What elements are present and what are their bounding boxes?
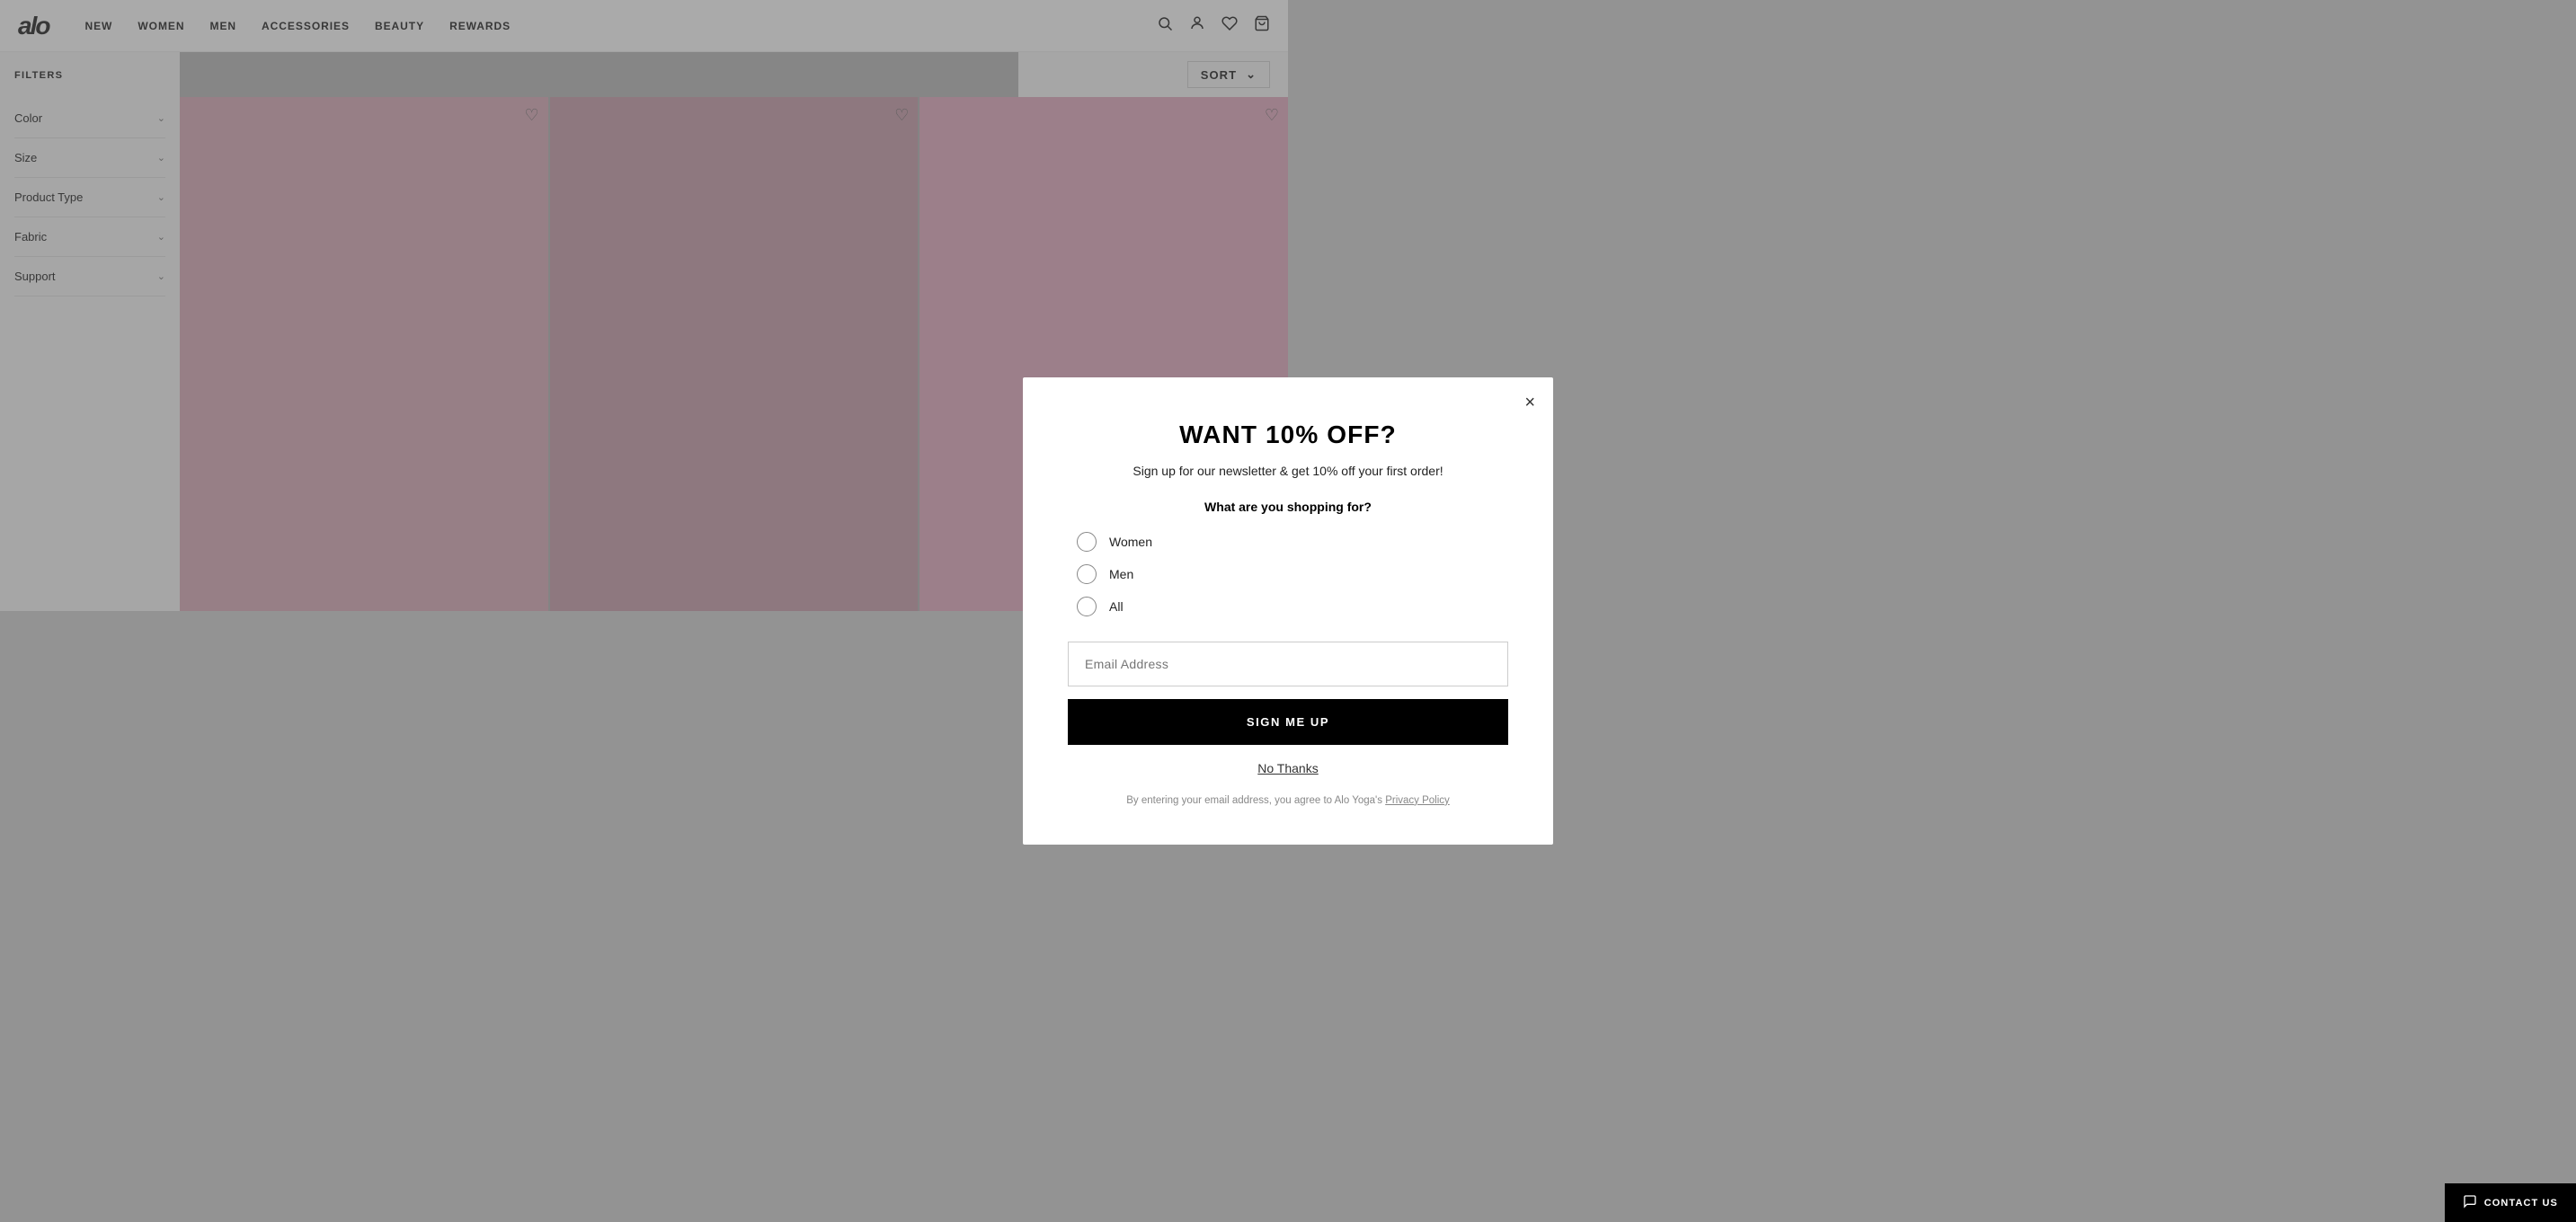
radio-option-men[interactable]: Men <box>1077 564 1508 584</box>
contact-us-label: CONTACT US <box>2484 1198 2558 1209</box>
radio-option-all[interactable]: All <box>1077 597 1508 616</box>
modal-question: What are you shopping for? <box>1068 500 1508 514</box>
radio-circle-women <box>1077 532 1097 552</box>
privacy-text: By entering your email address, you agre… <box>1068 793 1508 809</box>
sign-up-button[interactable]: SIGN ME UP <box>1068 699 1508 745</box>
radio-group-shopping: Women Men All <box>1068 532 1508 616</box>
modal-subtitle: Sign up for our newsletter & get 10% off… <box>1068 464 1508 478</box>
newsletter-modal: × WANT 10% OFF? Sign up for our newslett… <box>1023 377 1553 845</box>
radio-men-label: Men <box>1109 567 1133 581</box>
privacy-policy-link[interactable]: Privacy Policy <box>1385 795 1450 806</box>
radio-all-label: All <box>1109 599 1124 614</box>
radio-women-label: Women <box>1109 535 1152 549</box>
no-thanks-button[interactable]: No Thanks <box>1068 761 1508 775</box>
contact-us-button[interactable]: CONTACT US <box>2445 1183 2576 1222</box>
modal-title: WANT 10% OFF? <box>1068 421 1508 449</box>
radio-option-women[interactable]: Women <box>1077 532 1508 552</box>
radio-circle-all <box>1077 597 1097 616</box>
modal-overlay[interactable]: × WANT 10% OFF? Sign up for our newslett… <box>0 0 2576 1222</box>
radio-circle-men <box>1077 564 1097 584</box>
chat-icon <box>2463 1194 2477 1211</box>
modal-close-button[interactable]: × <box>1524 394 1535 412</box>
email-input[interactable] <box>1068 642 1508 686</box>
